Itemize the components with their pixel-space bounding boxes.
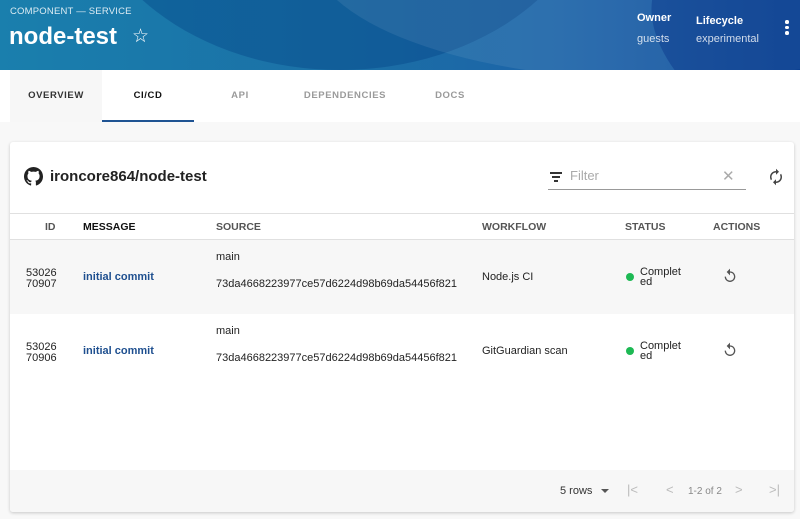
- refresh-icon[interactable]: [767, 168, 785, 186]
- column-header-actions: ACTIONS: [713, 221, 761, 233]
- lifecycle-info: Lifecycle experimental: [696, 15, 759, 45]
- page-title: node-test: [9, 23, 117, 50]
- owner-value[interactable]: guests: [637, 33, 671, 45]
- status-dot-icon: [626, 273, 634, 281]
- caret-down-icon[interactable]: [601, 489, 609, 493]
- previous-page-icon[interactable]: <: [666, 482, 674, 497]
- commit-message-link[interactable]: initial commit: [83, 345, 154, 357]
- entity-kind: COMPONENT — SERVICE: [10, 6, 132, 17]
- branch-name: main: [216, 325, 240, 337]
- branch-name: main: [216, 251, 240, 263]
- filter-field[interactable]: ✕: [548, 166, 746, 190]
- status-badge: Completed: [626, 340, 684, 362]
- workflow-runs-card: ironcore864/node-test ✕ ID MESSAGE SOURC…: [10, 142, 794, 512]
- table-row: 53026 70907 initial commit main 73da46682…: [10, 240, 794, 314]
- tab-dependencies[interactable]: DEPENDENCIES: [286, 70, 404, 122]
- tab-overview[interactable]: OVERVIEW: [10, 70, 102, 122]
- rows-per-page-select[interactable]: 5 rows: [560, 485, 592, 497]
- column-header-status[interactable]: STATUS: [625, 221, 665, 233]
- owner-label: Owner: [637, 12, 672, 24]
- tab-cicd[interactable]: CI/CD: [102, 70, 194, 122]
- tab-bar: OVERVIEW CI/CD API DEPENDENCIES DOCS: [0, 70, 800, 122]
- column-header-id[interactable]: ID: [45, 221, 56, 233]
- filter-input[interactable]: [570, 168, 720, 183]
- status-badge: Completed: [626, 266, 684, 288]
- table-header: ID MESSAGE SOURCE WORKFLOW STATUS ACTION…: [10, 213, 794, 240]
- lifecycle-value: experimental: [696, 33, 759, 45]
- column-header-message[interactable]: MESSAGE: [83, 221, 136, 233]
- commit-message-link[interactable]: initial commit: [83, 271, 154, 283]
- repo-name: ironcore864/node-test: [50, 168, 207, 185]
- rerun-icon[interactable]: [722, 342, 738, 358]
- status-text: Completed: [640, 266, 681, 288]
- run-id: 53026 70906: [26, 341, 57, 364]
- column-header-source[interactable]: SOURCE: [216, 221, 261, 233]
- column-header-workflow[interactable]: WORKFLOW: [482, 221, 546, 233]
- table-row: 53026 70906 initial commit main 73da46682…: [10, 314, 794, 388]
- rerun-icon[interactable]: [722, 268, 738, 284]
- lifecycle-label: Lifecycle: [696, 15, 744, 27]
- next-page-icon[interactable]: >: [735, 482, 743, 497]
- repo-title: ironcore864/node-test: [24, 167, 207, 186]
- owner-info: Owner guests: [637, 12, 671, 45]
- entity-header: COMPONENT — SERVICE node-test ☆ Owner gu…: [0, 0, 800, 70]
- commit-sha: 73da4668223977ce57d6224d98b69da54456f821: [216, 352, 458, 364]
- first-page-icon[interactable]: |<: [627, 482, 638, 497]
- tab-docs[interactable]: DOCS: [404, 70, 496, 122]
- workflow-name: GitGuardian scan: [482, 345, 568, 357]
- star-outline-icon[interactable]: ☆: [132, 25, 149, 48]
- kebab-menu-icon[interactable]: [784, 20, 790, 37]
- clear-filter-icon[interactable]: ✕: [722, 167, 735, 185]
- github-icon: [24, 167, 43, 186]
- last-page-icon[interactable]: >|: [769, 482, 780, 497]
- commit-sha: 73da4668223977ce57d6224d98b69da54456f821: [216, 278, 458, 290]
- filter-icon: [550, 172, 562, 184]
- workflow-name: Node.js CI: [482, 271, 534, 283]
- page-range: 1-2 of 2: [688, 486, 722, 497]
- run-id: 53026 70907: [26, 267, 57, 290]
- pagination-bar: 5 rows |< < 1-2 of 2 > >|: [10, 470, 794, 512]
- status-dot-icon: [626, 347, 634, 355]
- status-text: Completed: [640, 340, 681, 362]
- tab-api[interactable]: API: [194, 70, 286, 122]
